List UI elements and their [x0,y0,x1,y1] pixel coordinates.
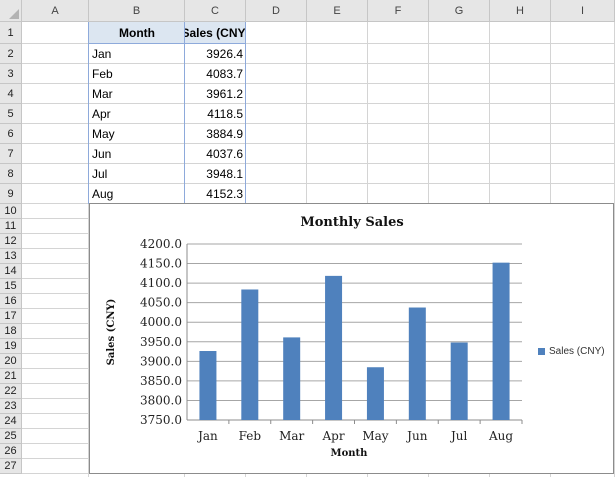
legend-label: Sales (CNY) [549,346,605,357]
row-header-21[interactable]: 21 [0,369,22,384]
chart-legend[interactable]: Sales (CNY) [538,346,605,357]
row-header-14[interactable]: 14 [0,264,22,279]
chart-svg: 4200.0 4150.0 4100.0 4050.0 4000.0 3950.0 3900… [106,215,523,459]
row-header-24[interactable]: 24 [0,414,22,429]
cell-sales[interactable]: 4118.5 [185,104,246,123]
table-header-border [89,43,246,44]
y-tick-label: 4200.0 [140,237,182,251]
row-header-5[interactable]: 5 [0,104,22,124]
x-tick-label: Jan [196,429,218,443]
x-tick-label: Aug [488,429,513,443]
cell-month[interactable]: Apr [89,104,185,123]
cell-sales[interactable]: 4152.3 [185,184,246,203]
row-header-19[interactable]: 19 [0,339,22,354]
table-border [88,22,89,204]
row-header-22[interactable]: 22 [0,384,22,399]
x-tick-label: Feb [239,429,262,443]
row-header-13[interactable]: 13 [0,249,22,264]
x-tick-label: Apr [322,429,345,443]
column-header-h[interactable]: H [490,0,551,22]
bar-may [366,367,384,420]
y-tick-label: 4050.0 [140,296,182,310]
y-tick-label: 3900.0 [140,354,182,368]
chart-object[interactable]: 4200.0 4150.0 4100.0 4050.0 4000.0 3950.0 3900… [89,203,614,474]
cell-month[interactable]: Feb [89,64,185,83]
bar-aug [492,262,510,420]
row-header-10[interactable]: 10 [0,204,22,219]
cell-month[interactable]: Jun [89,144,185,163]
row-header-27[interactable]: 27 [0,459,22,474]
bar-feb [241,289,259,420]
column-header-a[interactable]: A [22,0,89,22]
bar-jun [408,307,426,420]
x-tick-label: Mar [279,429,304,443]
row-header-18[interactable]: 18 [0,324,22,339]
cell-sales[interactable]: 3948.1 [185,164,246,183]
row-header-23[interactable]: 23 [0,399,22,414]
y-axis-title: Sales (CNY) [106,299,117,366]
row-header-6[interactable]: 6 [0,124,22,144]
row-header-25[interactable]: 25 [0,429,22,444]
table-border [184,22,185,204]
row-header-11[interactable]: 11 [0,219,22,234]
column-header-d[interactable]: D [246,0,307,22]
row-header-20[interactable]: 20 [0,354,22,369]
cell-sales[interactable]: 3926.4 [185,44,246,63]
bar-jul [450,342,468,420]
y-tick-label: 3750.0 [140,413,182,427]
row-header-4[interactable]: 4 [0,84,22,104]
y-tick-label: 4150.0 [140,257,182,271]
select-all-corner[interactable] [0,0,22,22]
row-header-16[interactable]: 16 [0,294,22,309]
cell-sales[interactable]: 4083.7 [185,64,246,83]
table-border [245,22,246,204]
bar-jan [199,351,217,420]
row-header-1[interactable]: 1 [0,22,22,44]
header-cell-month[interactable]: Month [89,22,185,43]
column-header-f[interactable]: F [368,0,429,22]
legend-swatch [538,348,545,355]
row-header-9[interactable]: 9 [0,184,22,204]
select-all-triangle [9,9,19,19]
row-header-2[interactable]: 2 [0,44,22,64]
row-header-26[interactable]: 26 [0,444,22,459]
row-header-7[interactable]: 7 [0,144,22,164]
row-header-12[interactable]: 12 [0,234,22,249]
x-axis-title: Month [331,448,369,459]
row-header-8[interactable]: 8 [0,164,22,184]
cell-month[interactable]: Mar [89,84,185,103]
cell-month[interactable]: May [89,124,185,143]
y-tick-label: 4100.0 [140,276,182,290]
bar-mar [283,337,301,420]
cell-month[interactable]: Jul [89,164,185,183]
column-header-b[interactable]: B [89,0,185,22]
cell-sales[interactable]: 3884.9 [185,124,246,143]
y-tick-label: 3850.0 [140,374,182,388]
column-header-i[interactable]: I [551,0,615,22]
row-header-17[interactable]: 17 [0,309,22,324]
chart-title: Monthly Sales [300,215,403,230]
cell-month[interactable]: Jan [89,44,185,63]
row-header-3[interactable]: 3 [0,64,22,84]
column-header-g[interactable]: G [429,0,490,22]
bar-apr [325,275,343,420]
column-header-c[interactable]: C [185,0,246,22]
x-tick-label: Jul [449,429,468,443]
y-tick-label: 3800.0 [140,393,182,407]
x-tick-label: Jun [405,429,428,443]
y-tick-label: 3950.0 [140,335,182,349]
y-tick-label: 4000.0 [140,315,182,329]
x-tick-label: May [362,429,388,443]
cell-sales[interactable]: 4037.6 [185,144,246,163]
row-header-15[interactable]: 15 [0,279,22,294]
cell-sales[interactable]: 3961.2 [185,84,246,103]
column-header-e[interactable]: E [307,0,368,22]
header-cell-sales[interactable]: Sales (CNY) [185,22,246,43]
cell-month[interactable]: Aug [89,184,185,203]
